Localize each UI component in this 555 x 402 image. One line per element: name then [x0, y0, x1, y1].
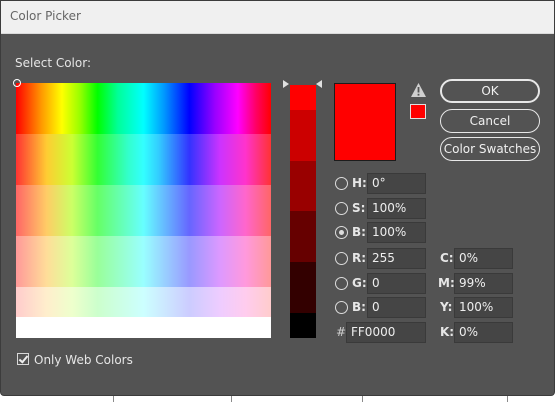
g-field[interactable]: 0	[367, 273, 426, 294]
title-bar[interactable]: Color Picker	[1, 1, 554, 34]
warning-triangle-icon[interactable]	[411, 83, 426, 97]
s-label: S:	[352, 201, 366, 215]
ok-button[interactable]: OK	[440, 79, 540, 103]
s-radio[interactable]	[335, 202, 348, 215]
slider-segment	[290, 160, 316, 187]
spectrum-row	[16, 134, 271, 185]
h-field[interactable]: 0°	[367, 173, 426, 194]
only-web-colors-label[interactable]: Only Web Colors	[34, 353, 133, 367]
r-label: R:	[352, 251, 367, 265]
h-radio[interactable]	[335, 177, 348, 190]
blue-radio[interactable]	[335, 301, 348, 314]
b-field[interactable]: 100%	[367, 222, 426, 243]
spectrum-cursor[interactable]	[13, 79, 21, 87]
color-spectrum-field[interactable]	[16, 83, 271, 338]
m-field[interactable]: 99%	[454, 273, 513, 294]
slider-right-marker[interactable]	[316, 80, 322, 88]
g-label: G:	[352, 276, 367, 290]
slider-segment	[290, 186, 316, 212]
slider-left-marker[interactable]	[283, 80, 289, 88]
slider-segment	[290, 287, 316, 313]
gamut-correction-swatch[interactable]	[410, 104, 426, 119]
color-picker-dialog: Color Picker Select Color: OK Cancel Col	[0, 0, 555, 396]
slider-segment	[290, 85, 316, 111]
new-color-preview	[334, 83, 396, 161]
g-radio[interactable]	[335, 277, 348, 290]
spectrum-row	[16, 185, 271, 236]
r-field[interactable]: 255	[367, 248, 426, 269]
hex-field[interactable]: FF0000	[346, 322, 426, 343]
slider-segment	[290, 262, 316, 288]
y-label: Y:	[440, 300, 453, 314]
s-field[interactable]: 100%	[367, 198, 426, 219]
background-divider	[113, 396, 114, 402]
background-divider	[231, 396, 232, 402]
c-field[interactable]: 0%	[454, 248, 513, 269]
color-slider[interactable]	[290, 85, 316, 338]
slider-segment	[290, 135, 316, 161]
hex-label: #	[336, 325, 347, 339]
k-field[interactable]: 0%	[454, 322, 513, 343]
slider-segment	[290, 236, 316, 263]
blue-field[interactable]: 0	[367, 297, 426, 318]
only-web-colors-checkbox[interactable]	[17, 353, 29, 365]
background-divider	[507, 396, 508, 402]
spectrum-row	[16, 317, 271, 338]
background-divider	[362, 396, 363, 402]
spectrum-row	[16, 287, 271, 317]
color-swatches-button[interactable]: Color Swatches	[440, 137, 540, 161]
select-color-label: Select Color:	[15, 56, 91, 70]
slider-segment	[290, 312, 316, 338]
cancel-button[interactable]: Cancel	[440, 109, 540, 133]
spectrum-row	[16, 236, 271, 287]
y-field[interactable]: 100%	[454, 297, 513, 318]
m-label: M:	[438, 276, 455, 290]
c-label: C:	[440, 251, 454, 265]
slider-segment	[290, 110, 316, 136]
h-label: H:	[352, 176, 367, 190]
r-radio[interactable]	[335, 252, 348, 265]
spectrum-row	[16, 83, 271, 134]
k-label: K:	[440, 325, 455, 339]
b-radio[interactable]	[335, 226, 348, 239]
window-title: Color Picker	[10, 9, 81, 23]
b-label: B:	[352, 225, 366, 239]
slider-segment	[290, 211, 316, 237]
blue-label: B:	[352, 300, 366, 314]
